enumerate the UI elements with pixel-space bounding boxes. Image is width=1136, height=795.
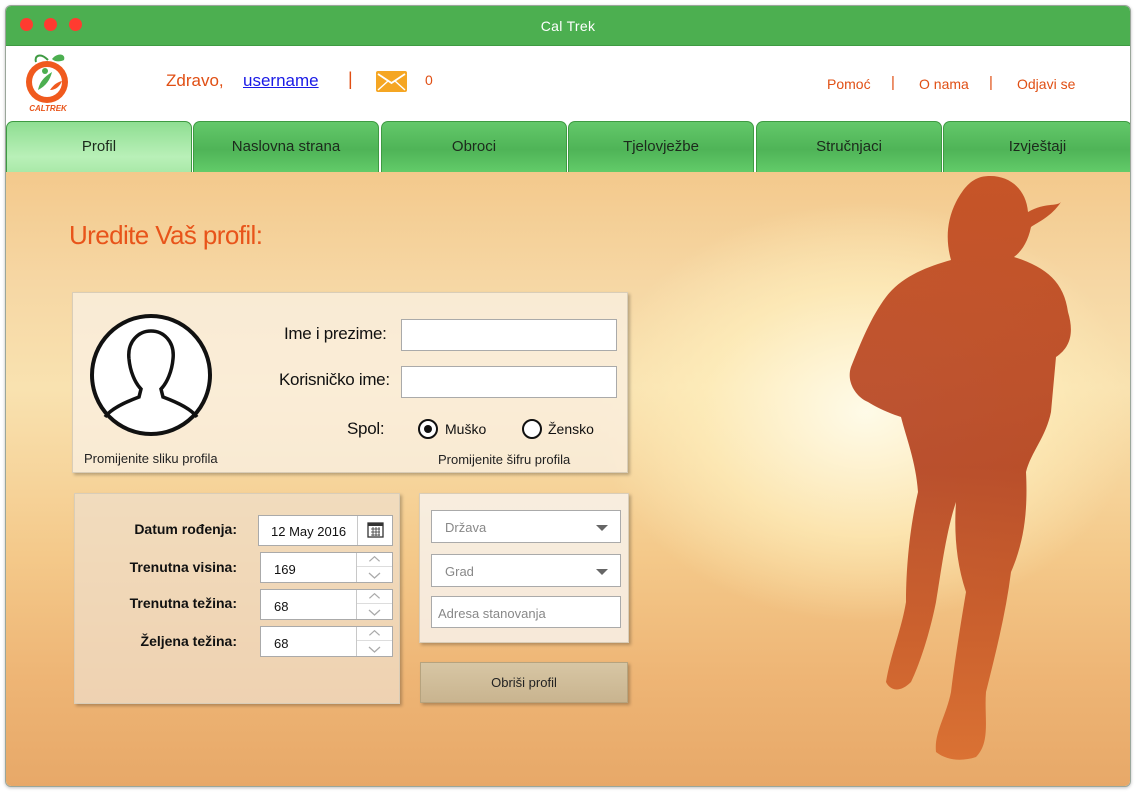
calendar-icon: [367, 522, 384, 538]
window-title: Cal Trek: [540, 18, 596, 34]
logout-link[interactable]: Odjavi se: [1017, 76, 1075, 92]
height-value: 169: [274, 562, 296, 577]
tab-home[interactable]: Naslovna strana: [193, 121, 379, 172]
gender-female-radio[interactable]: [522, 419, 542, 439]
tab-profile[interactable]: Profil: [6, 121, 192, 172]
greeting: Zdravo,: [166, 71, 224, 90]
chevron-up-icon[interactable]: [357, 627, 392, 641]
chevron-down-icon: [596, 569, 608, 575]
help-link[interactable]: Pomoć: [827, 76, 871, 92]
tab-exercises[interactable]: Tjelovježbe: [568, 121, 754, 172]
logo-text: CALTREK: [29, 104, 67, 113]
username-link[interactable]: username: [243, 71, 319, 91]
weight-stepper[interactable]: 68: [260, 589, 393, 620]
chevron-down-icon[interactable]: [357, 568, 392, 582]
country-select[interactable]: Država: [431, 510, 621, 543]
header-separator: |: [348, 69, 353, 89]
full-name-label: Ime i prezime:: [284, 324, 387, 343]
calendar-button[interactable]: [357, 516, 392, 545]
address-input[interactable]: Adresa stanovanja: [431, 596, 621, 628]
tab-meals[interactable]: Obroci: [381, 121, 567, 172]
city-placeholder: Grad: [445, 564, 474, 579]
chevron-up-icon[interactable]: [357, 590, 392, 604]
address-placeholder: Adresa stanovanja: [438, 606, 546, 621]
change-photo-link[interactable]: Promijenite sliku profila: [84, 451, 218, 466]
birthdate-value: 12 May 2016: [271, 524, 347, 539]
body-details-panel: Datum rođenja: 12 May 2016 Trenutna visi…: [74, 493, 400, 704]
height-stepper-arrows: [356, 553, 392, 582]
about-link[interactable]: O nama: [919, 76, 969, 92]
profile-panel: Promijenite sliku profila Ime i prezime:…: [72, 292, 628, 473]
height-stepper[interactable]: 169: [260, 552, 393, 583]
header: CALTREK Zdravo, username | 0 Pomoć | O n…: [6, 47, 1130, 122]
username-label: Korisničko ime:: [279, 370, 390, 389]
gender-male-label: Muško: [445, 421, 487, 437]
app-window: Cal Trek CALTREK Zdravo, username | 0 Po…: [5, 5, 1131, 787]
radio-selected-dot: [424, 425, 432, 433]
mail-icon[interactable]: [376, 71, 407, 92]
location-panel: Država Grad Adresa stanovanja: [419, 493, 629, 643]
chevron-down-icon: [596, 525, 608, 531]
target-weight-stepper[interactable]: 68: [260, 626, 393, 657]
weight-stepper-arrows: [356, 590, 392, 619]
chevron-down-icon[interactable]: [357, 642, 392, 656]
username-input[interactable]: [401, 366, 617, 398]
weight-label: Trenutna težina:: [129, 595, 237, 611]
gender-female-label: Žensko: [548, 421, 594, 437]
target-weight-label: Željena težina:: [140, 633, 237, 649]
target-weight-value: 68: [274, 636, 289, 651]
country-placeholder: Država: [445, 520, 487, 535]
gender-male-radio[interactable]: [418, 419, 438, 439]
chevron-up-icon[interactable]: [357, 553, 392, 567]
messages-count: 0: [425, 72, 433, 88]
full-name-input[interactable]: [401, 319, 617, 351]
link-separator: |: [989, 74, 993, 91]
runner-image: [849, 176, 1071, 760]
height-label: Trenutna visina:: [129, 559, 237, 575]
link-separator: |: [891, 74, 895, 91]
change-password-link[interactable]: Promijenite šifru profila: [438, 452, 570, 467]
tab-experts[interactable]: Stručnjaci: [756, 121, 942, 172]
delete-profile-button[interactable]: Obriši profil: [420, 662, 628, 703]
weight-value: 68: [274, 599, 289, 614]
main-tabs: Profil Naslovna strana Obroci Tjelovježb…: [6, 121, 1130, 172]
target-weight-stepper-arrows: [356, 627, 392, 656]
chevron-down-icon[interactable]: [357, 605, 392, 619]
page-title: Uredite Vaš profil:: [69, 220, 263, 250]
tab-reports[interactable]: Izvještaji: [943, 121, 1130, 172]
gender-label: Spol:: [347, 419, 385, 438]
city-select[interactable]: Grad: [431, 554, 621, 587]
birthdate-picker[interactable]: 12 May 2016: [258, 515, 393, 546]
avatar-icon[interactable]: [89, 313, 213, 437]
birthdate-label: Datum rođenja:: [134, 521, 237, 537]
title-bar: Cal Trek: [6, 6, 1130, 46]
profile-content: Uredite Vaš profil: Promijenite sliku pr…: [6, 172, 1130, 786]
